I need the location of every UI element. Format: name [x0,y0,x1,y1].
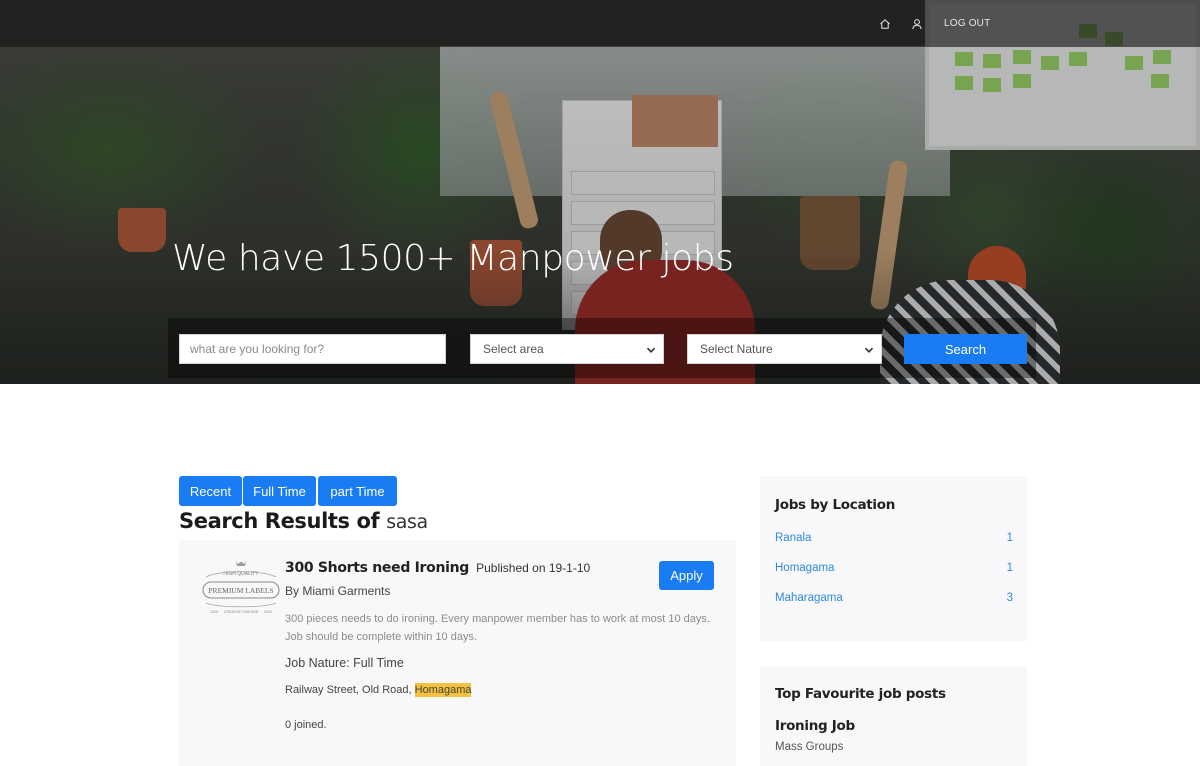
tab-recent[interactable]: Recent [179,476,242,506]
logout-link[interactable]: LOG OUT [944,0,990,47]
job-published-date: Published on 19-1-10 [476,561,591,575]
job-title[interactable]: 300 Shorts need Ironing [285,560,469,576]
results-title-prefix: Search Results of [179,509,380,533]
job-company: By Miami Garments [285,584,391,598]
chevron-down-icon [864,347,874,353]
location-item[interactable]: Homagama 1 [775,562,1013,574]
job-description: 300 pieces needs to do ironing. Every ma… [285,613,710,643]
top-favourite-heading: Top Favourite job posts [775,686,946,702]
logo-main-text: PREMIUM LABELS [208,586,273,595]
job-address-street: Railway Street, Old Road, [285,684,412,696]
area-select[interactable]: Select area [470,334,664,364]
location-count: 1 [1006,562,1013,574]
location-name[interactable]: Ranala [775,532,811,544]
results-title: Search Results of sasa [179,509,428,533]
chevron-down-icon [646,347,656,353]
favourite-job-company: Mass Groups [775,741,844,753]
favourite-job-title[interactable]: Ironing Job [775,718,855,734]
job-address: Railway Street, Old Road, Homagama [285,683,472,697]
logo-right-text: 2024 [264,610,272,614]
location-count: 3 [1006,592,1013,604]
nature-select-value: Select Nature [700,342,773,356]
company-logo: HIGH QUALITY PREMIUM LABELS 2020 CREATIV… [202,561,280,614]
jobs-by-location-heading: Jobs by Location [775,497,896,513]
location-name[interactable]: Homagama [775,562,834,574]
job-joined-count: 0 joined. [285,719,327,731]
location-name[interactable]: Maharagama [775,592,843,604]
tab-part-time[interactable]: part Time [318,476,397,506]
search-button[interactable]: Search [904,334,1027,364]
area-select-value: Select area [483,342,544,356]
nature-select[interactable]: Select Nature [687,334,882,364]
location-count: 1 [1006,532,1013,544]
job-address-highlight: Homagama [414,683,472,697]
home-icon[interactable] [879,0,893,47]
logo-left-text: 2020 [210,610,218,614]
search-input[interactable]: what are you looking for? [179,334,446,364]
apply-button[interactable]: Apply [659,561,714,590]
top-navigation: LOG OUT [0,0,1200,47]
logo-middle-text: CREATIVE FASHION [224,610,259,614]
results-query: sasa [386,511,428,533]
location-item[interactable]: Ranala 1 [775,532,1013,544]
location-item[interactable]: Maharagama 3 [775,592,1013,604]
job-nature: Job Nature: Full Time [285,656,404,670]
job-title-row: 300 Shorts need Ironing Published on 19-… [285,557,590,576]
tab-full-time[interactable]: Full Time [243,476,316,506]
hero-headline: We have 1500+ Manpower jobs [172,238,734,279]
user-icon[interactable] [911,0,925,47]
